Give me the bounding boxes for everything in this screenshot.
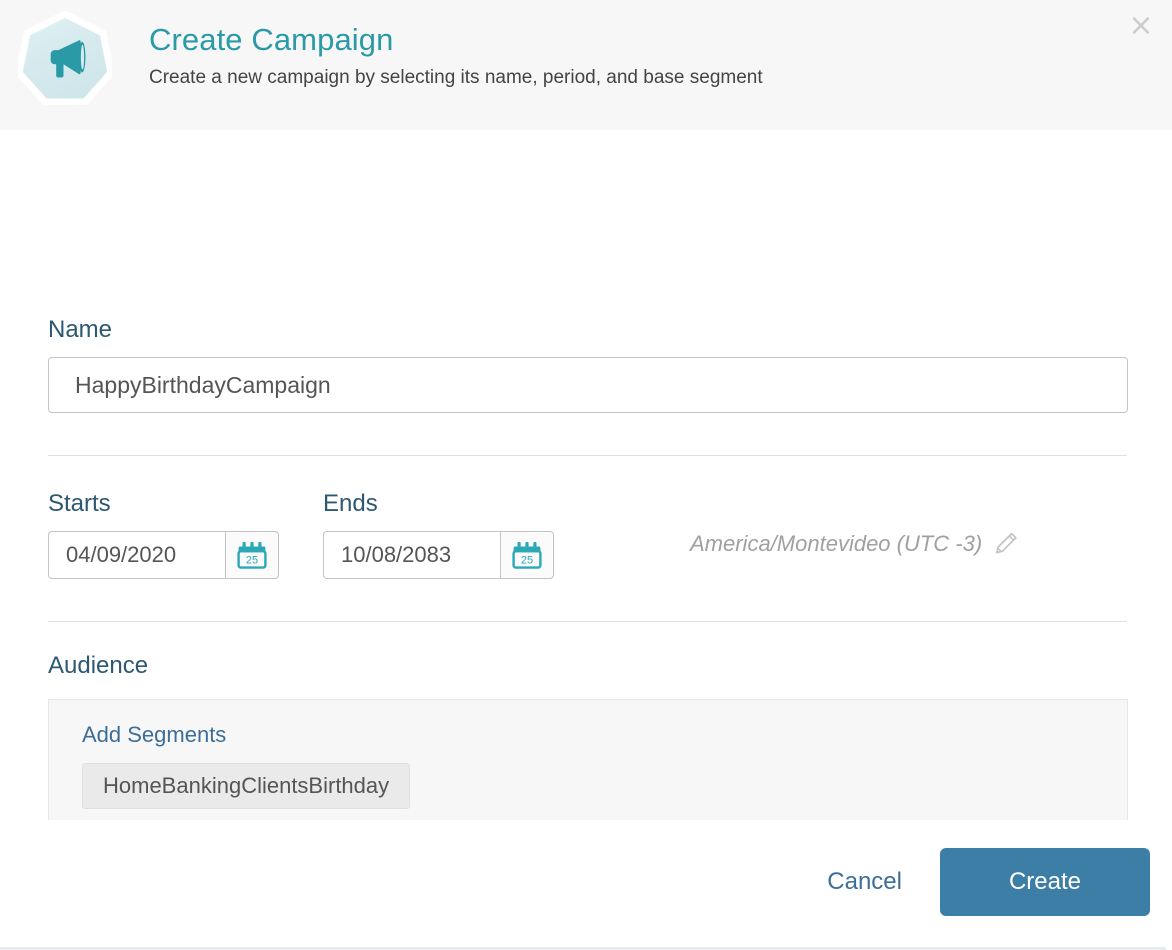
audience-label: Audience <box>48 652 149 679</box>
ends-label: Ends <box>323 490 378 517</box>
timezone-label: America/Montevideo (UTC -3) <box>690 531 983 556</box>
header-text-block: Create Campaign Create a new campaign by… <box>149 20 763 92</box>
modal-footer: Cancel Create <box>0 820 1172 944</box>
svg-text:25: 25 <box>521 554 533 566</box>
ends-group: Ends 25 <box>323 489 554 579</box>
section-divider-bottom <box>48 621 1127 622</box>
ends-date-input[interactable] <box>323 531 500 579</box>
svg-text:25: 25 <box>246 554 258 566</box>
starts-label: Starts <box>48 490 111 517</box>
page-title: Create Campaign <box>149 22 394 57</box>
pencil-icon[interactable] <box>993 531 1019 557</box>
starts-group: Starts 25 <box>48 489 279 579</box>
name-label: Name <box>48 316 113 343</box>
cancel-button[interactable]: Cancel <box>811 858 918 906</box>
modal-header: Create Campaign Create a new campaign by… <box>0 0 1172 130</box>
starts-calendar-icon[interactable]: 25 <box>225 531 279 579</box>
megaphone-icon <box>18 11 112 105</box>
campaign-name-input[interactable] <box>48 357 1128 413</box>
create-campaign-modal: Create Campaign Create a new campaign by… <box>0 0 1172 950</box>
section-divider-top <box>48 455 1127 456</box>
ends-calendar-icon[interactable]: 25 <box>500 531 554 579</box>
starts-date-input[interactable] <box>48 531 225 579</box>
dates-section: Starts 25 E <box>48 489 1019 579</box>
segment-chip[interactable]: HomeBankingClientsBirthday <box>82 763 411 809</box>
page-subtitle: Create a new campaign by selecting its n… <box>149 67 763 88</box>
ends-date-control: 25 <box>323 531 554 579</box>
close-icon[interactable]: × <box>1124 9 1158 43</box>
add-segments-link[interactable]: Add Segments <box>82 722 226 748</box>
timezone-display: America/Montevideo (UTC -3) <box>690 531 1019 557</box>
name-section: Name <box>48 315 1128 413</box>
create-button[interactable]: Create <box>940 848 1150 916</box>
segments-list: HomeBankingClientsBirthday <box>82 763 1127 809</box>
starts-date-control: 25 <box>48 531 279 579</box>
